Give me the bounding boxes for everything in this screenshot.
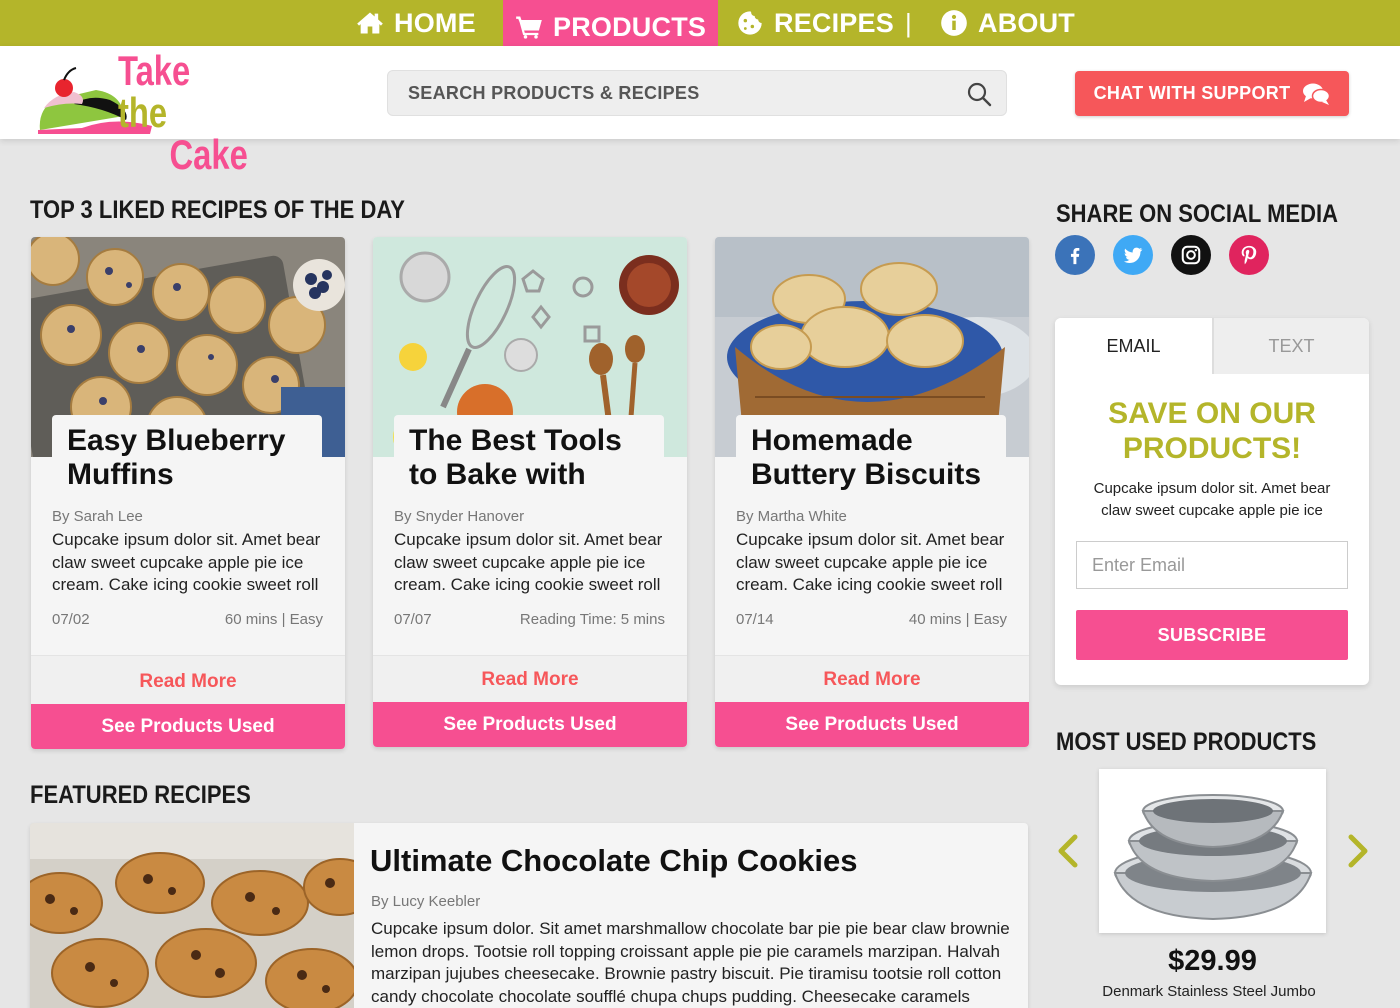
twitter-icon bbox=[1123, 247, 1143, 263]
twitter-button[interactable] bbox=[1113, 235, 1153, 275]
pinterest-icon bbox=[1241, 245, 1257, 265]
featured-recipe-image[interactable] bbox=[30, 823, 354, 1008]
recipe-date: 07/07 bbox=[394, 611, 432, 628]
recipe-meta: 07/14 40 mins | Easy bbox=[736, 611, 1007, 628]
logo-cake: Cake bbox=[169, 131, 248, 178]
nav-home[interactable]: HOME bbox=[356, 0, 476, 46]
chat-support-button[interactable]: CHAT WITH SUPPORT bbox=[1075, 71, 1349, 116]
recipe-author: By Snyder Hanover bbox=[394, 508, 525, 525]
info-icon bbox=[941, 10, 967, 36]
header: Take the Cake CHAT WITH SUPPORT bbox=[0, 46, 1400, 176]
featured-recipe-card: Ultimate Chocolate Chip Cookies By Lucy … bbox=[30, 823, 1028, 1008]
see-products-button[interactable]: See Products Used bbox=[373, 702, 687, 747]
read-more-link[interactable]: Read More bbox=[715, 655, 1029, 702]
nav-separator: | bbox=[905, 8, 912, 38]
recipe-meta: 07/07 Reading Time: 5 mins bbox=[394, 611, 665, 628]
social-title: SHARE ON SOCIAL MEDIA bbox=[1056, 200, 1338, 228]
facebook-button[interactable] bbox=[1055, 235, 1095, 275]
chevron-right-icon[interactable] bbox=[1346, 834, 1370, 868]
email-field[interactable] bbox=[1076, 541, 1348, 589]
recipe-description: Cupcake ipsum dolor sit. Amet bear claw … bbox=[394, 530, 663, 594]
recipe-meta: 07/02 60 mins | Easy bbox=[52, 611, 323, 628]
search-icon[interactable] bbox=[966, 81, 992, 107]
instagram-button[interactable] bbox=[1171, 235, 1211, 275]
featured-recipe-author: By Lucy Keebler bbox=[371, 893, 481, 910]
recipe-title-box: The Best Tools to Bake with bbox=[394, 415, 664, 495]
recipe-description: Cupcake ipsum dolor sit. Amet bear claw … bbox=[52, 530, 321, 594]
product-image[interactable] bbox=[1099, 769, 1326, 933]
recipe-author: By Sarah Lee bbox=[52, 508, 143, 525]
chat-icon bbox=[1303, 83, 1331, 105]
tab-email[interactable]: EMAIL bbox=[1055, 318, 1212, 374]
home-icon bbox=[357, 12, 383, 34]
nav-products-label: PRODUCTS bbox=[553, 11, 707, 42]
signup-description: Cupcake ipsum dolor sit. Amet bear claw … bbox=[1093, 480, 1331, 519]
recipe-info: 40 mins | Easy bbox=[908, 611, 1007, 628]
signup-title: SAVE ON OUR PRODUCTS! bbox=[1108, 397, 1316, 465]
search-bar bbox=[387, 70, 1007, 116]
featured-recipe-title[interactable]: Ultimate Chocolate Chip Cookies bbox=[370, 843, 857, 879]
product-name[interactable]: Denmark Stainless Steel Jumbo bbox=[1080, 983, 1338, 1000]
featured-recipe-description: Cupcake ipsum dolor. Sit amet marshmallo… bbox=[371, 919, 1010, 1006]
nav-home-label: HOME bbox=[394, 7, 476, 38]
subscribe-button[interactable]: SUBSCRIBE bbox=[1076, 610, 1348, 660]
recipe-card: Easy Blueberry Muffins By Sarah Lee Cupc… bbox=[31, 237, 345, 749]
most-used-title: MOST USED PRODUCTS bbox=[1056, 728, 1317, 756]
recipe-card: The Best Tools to Bake with By Snyder Ha… bbox=[373, 237, 687, 747]
search-input[interactable] bbox=[408, 71, 948, 115]
recipe-title[interactable]: The Best Tools to Bake with bbox=[409, 424, 650, 492]
see-products-button[interactable]: See Products Used bbox=[715, 702, 1029, 747]
recipe-info: 60 mins | Easy bbox=[224, 611, 323, 628]
logo-the: the bbox=[118, 89, 168, 136]
recipe-title[interactable]: Homemade Buttery Biscuits bbox=[751, 424, 992, 492]
chat-support-label: CHAT WITH SUPPORT bbox=[1093, 83, 1291, 103]
product-price: $29.99 bbox=[1168, 945, 1257, 977]
facebook-icon bbox=[1070, 247, 1080, 265]
nav-recipes-label: RECIPES bbox=[774, 7, 894, 38]
recipe-title-box: Easy Blueberry Muffins bbox=[52, 415, 322, 495]
recipe-date: 07/14 bbox=[736, 611, 774, 628]
chevron-left-icon[interactable] bbox=[1056, 834, 1080, 868]
recipe-title[interactable]: Easy Blueberry Muffins bbox=[67, 424, 308, 492]
instagram-icon bbox=[1181, 245, 1201, 265]
cart-icon bbox=[516, 16, 542, 39]
read-more-link[interactable]: Read More bbox=[373, 655, 687, 702]
recipe-description: Cupcake ipsum dolor sit. Amet bear claw … bbox=[736, 530, 1005, 594]
featured-recipes-title: FEATURED RECIPES bbox=[30, 781, 251, 809]
recipe-info: Reading Time: 5 mins bbox=[519, 611, 665, 628]
nav-about-label: ABOUT bbox=[978, 7, 1075, 38]
recipe-title-box: Homemade Buttery Biscuits bbox=[736, 415, 1006, 495]
logo-text: Take the Cake bbox=[118, 50, 248, 176]
nav-about[interactable]: ABOUT bbox=[940, 0, 1075, 46]
recipe-author: By Martha White bbox=[736, 508, 847, 525]
recipe-date: 07/02 bbox=[52, 611, 90, 628]
see-products-button[interactable]: See Products Used bbox=[31, 704, 345, 749]
tab-text[interactable]: TEXT bbox=[1212, 318, 1369, 374]
logo-take: Take bbox=[118, 47, 191, 94]
read-more-link[interactable]: Read More bbox=[31, 655, 345, 704]
signup-panel: EMAIL TEXT SAVE ON OUR PRODUCTS! Cupcake… bbox=[1055, 318, 1369, 685]
cookie-icon bbox=[738, 11, 762, 35]
logo[interactable]: Take the Cake bbox=[34, 50, 254, 176]
top-recipes-title: TOP 3 LIKED RECIPES OF THE DAY bbox=[30, 196, 405, 224]
pinterest-button[interactable] bbox=[1229, 235, 1269, 275]
nav-recipes[interactable]: RECIPES bbox=[736, 0, 894, 46]
recipe-card: Homemade Buttery Biscuits By Martha Whit… bbox=[715, 237, 1029, 747]
top-nav: HOME PRODUCTS RECIPES | ABOUT bbox=[0, 0, 1400, 54]
